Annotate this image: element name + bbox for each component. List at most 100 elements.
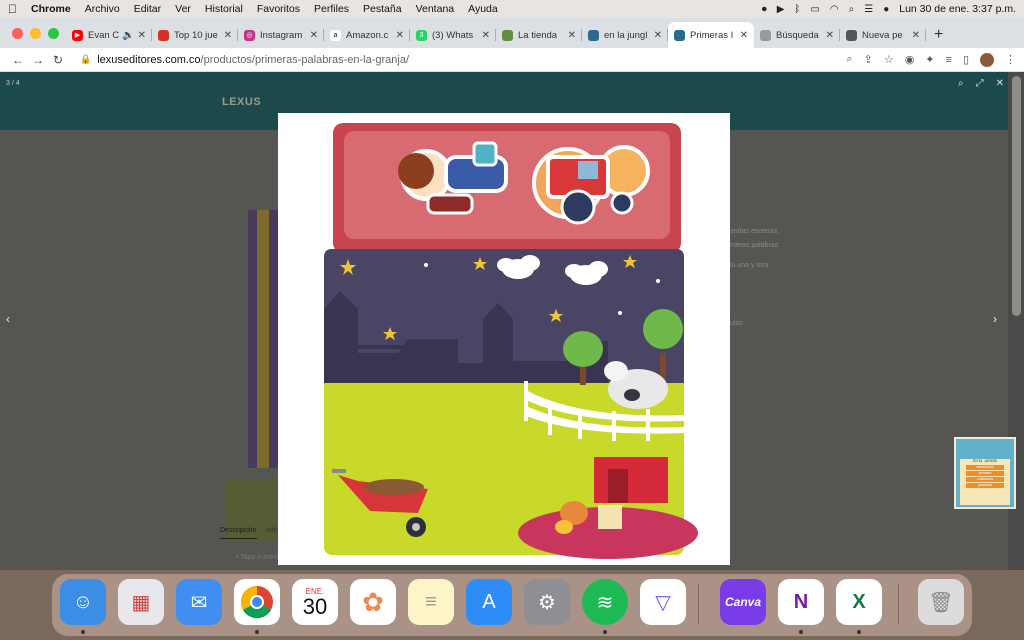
forward-arrow-icon[interactable]: → <box>28 53 48 67</box>
play-icon[interactable]: ▶ <box>777 4 785 15</box>
tab-close-icon[interactable]: ✕ <box>138 30 146 41</box>
close-icon[interactable]: ✕ <box>996 78 1004 89</box>
photos-icon[interactable]: ✿ <box>350 579 396 625</box>
back-arrow-icon[interactable]: ← <box>8 53 28 67</box>
tab-close-icon[interactable]: ✕ <box>310 30 318 41</box>
tab-nueva[interactable]: Nueva pe ✕ <box>840 22 926 48</box>
calendar-icon[interactable]: ENE. 30 <box>292 579 338 625</box>
lock-icon[interactable]: 🔒 <box>80 54 91 65</box>
tab-close-icon[interactable]: ✕ <box>826 30 834 41</box>
zoom-icon[interactable]: ⌕ <box>846 53 852 66</box>
menu-app-chrome[interactable]: Chrome <box>31 3 71 15</box>
running-indicator <box>81 630 85 634</box>
zoom-icon[interactable]: ⌕ <box>958 78 964 89</box>
canva-icon[interactable]: Canva <box>720 579 766 625</box>
popup-title: EN EL JARDÍN <box>972 459 998 463</box>
tab-close-icon[interactable]: ✕ <box>654 30 662 41</box>
launchpad-icon[interactable]: ▦ <box>118 579 164 625</box>
menu-editar[interactable]: Editar <box>134 3 161 15</box>
tab-whatsapp[interactable]: 3 (3) Whats ✕ <box>410 22 496 48</box>
tab-close-icon[interactable]: ✕ <box>912 30 920 41</box>
notes-icon[interactable]: ≡ <box>408 579 454 625</box>
screenshot-preview-popup[interactable]: EN EL JARDÍN zanahorias tomates calabaza… <box>954 437 1016 509</box>
minimize-window-button[interactable] <box>30 28 41 39</box>
calendar-day: 30 <box>302 593 328 619</box>
tab-close-icon[interactable]: ✕ <box>396 30 404 41</box>
tab-label: Primeras I <box>690 29 734 41</box>
tab-close-icon[interactable]: ✕ <box>740 30 748 41</box>
tab-youtube[interactable]: ▶ Evan C 🔈 ✕ <box>66 22 152 48</box>
vpn-icon[interactable]: ▽ <box>640 579 686 625</box>
tab-busqueda[interactable]: Búsqueda ✕ <box>754 22 840 48</box>
menu-ventana[interactable]: Ventana <box>416 3 455 15</box>
menu-clock[interactable]: Lun 30 de ene. 3:37 p.m. <box>899 3 1016 15</box>
tab-instagram[interactable]: ◎ Instagram ✕ <box>238 22 324 48</box>
onenote-icon[interactable]: N <box>778 579 824 625</box>
web-page: LEXUS endas escenas, meras palabras lo u… <box>0 72 1024 570</box>
mute-icon[interactable]: 🔈 <box>122 30 134 41</box>
macos-dock: ☺ ▦ ✉ ENE. 30 ✿ ≡ A ⚙ ≋ ▽ Canva N X 🗑 <box>52 574 972 636</box>
extension-icon[interactable]: ◉ <box>905 53 915 66</box>
tab-close-icon[interactable]: ✕ <box>224 30 232 41</box>
system-settings-icon[interactable]: ⚙ <box>524 579 570 625</box>
share-icon[interactable]: ⇪ <box>864 53 873 66</box>
reload-icon[interactable]: ↻ <box>48 53 68 67</box>
running-indicator <box>857 630 861 634</box>
bookmark-star-icon[interactable]: ☆ <box>884 53 894 66</box>
description-text: ulos <box>730 320 743 327</box>
menu-perfiles[interactable]: Perfiles <box>314 3 349 15</box>
instagram-icon: ◎ <box>244 29 255 41</box>
app-store-icon[interactable]: A <box>466 579 512 625</box>
tab-amazon[interactable]: a Amazon.c ✕ <box>324 22 410 48</box>
address-bar[interactable]: 🔒 lexuseditores.com.co/productos/primera… <box>80 51 846 69</box>
chrome-icon[interactable] <box>234 579 280 625</box>
spotlight-icon[interactable]: ⌕ <box>849 4 855 15</box>
running-indicator <box>255 630 259 634</box>
menu-pestana[interactable]: Pestaña <box>363 3 402 15</box>
siri-icon[interactable]: ● <box>883 4 889 15</box>
bluetooth-icon[interactable]: ᛒ <box>794 4 800 15</box>
wifi-icon[interactable]: ◠ <box>830 4 839 15</box>
mail-icon[interactable]: ✉ <box>176 579 222 625</box>
tab-jungla[interactable]: en la jungl ✕ <box>582 22 668 48</box>
side-panel-icon[interactable]: ▯ <box>963 53 969 66</box>
puzzle-icon[interactable]: ✦ <box>925 53 934 66</box>
fullscreen-window-button[interactable] <box>48 28 59 39</box>
excel-icon[interactable]: X <box>836 579 882 625</box>
control-center-icon[interactable]: ☰ <box>864 4 873 15</box>
next-arrow-icon[interactable]: › <box>993 312 997 326</box>
kebab-menu-icon[interactable]: ⋮ <box>1005 53 1016 66</box>
tab-primeras-active[interactable]: Primeras I ✕ <box>668 22 754 48</box>
popup-line: calabazas <box>966 477 1004 482</box>
menu-ver[interactable]: Ver <box>175 3 191 15</box>
fullscreen-icon[interactable]: ⤢ <box>976 78 984 89</box>
previous-arrow-icon[interactable]: ‹ <box>6 312 10 326</box>
menu-favoritos[interactable]: Favoritos <box>257 3 300 15</box>
record-icon[interactable]: ⏺ <box>762 4 767 15</box>
menu-archivo[interactable]: Archivo <box>85 3 120 15</box>
tab-close-icon[interactable]: ✕ <box>568 30 576 41</box>
youtube-icon: ▶ <box>72 29 83 41</box>
new-tab-button[interactable]: + <box>934 22 943 48</box>
tab-tienda[interactable]: La tienda ✕ <box>496 22 582 48</box>
menu-historial[interactable]: Historial <box>205 3 243 15</box>
site-favicon-icon <box>588 29 599 41</box>
finder-icon[interactable]: ☺ <box>60 579 106 625</box>
tab-strip: ▶ Evan C 🔈 ✕ Top 10 jue ✕ ◎ Instagram ✕ … <box>0 18 1024 48</box>
browser-toolbar: ← → ↻ 🔒 lexuseditores.com.co/productos/p… <box>0 48 1024 72</box>
description-text: endas escenas, <box>730 228 780 235</box>
close-window-button[interactable] <box>12 28 23 39</box>
tab-top10[interactable]: Top 10 jue ✕ <box>152 22 238 48</box>
tab-descripcion[interactable]: Descripción <box>220 527 257 539</box>
battery-icon[interactable]: ▭ <box>810 4 819 15</box>
tab-close-icon[interactable]: ✕ <box>482 30 490 41</box>
apple-icon[interactable]:  <box>8 2 17 16</box>
profile-avatar[interactable] <box>980 52 994 67</box>
tab-label: Nueva pe <box>862 29 903 41</box>
scrollbar-thumb[interactable] <box>1012 76 1021 316</box>
menu-ayuda[interactable]: Ayuda <box>468 3 498 15</box>
reading-list-icon[interactable]: ≡ <box>946 54 952 66</box>
trash-icon[interactable]: 🗑 <box>918 579 964 625</box>
site-logo[interactable]: LEXUS <box>222 96 261 108</box>
spotify-icon[interactable]: ≋ <box>582 579 628 625</box>
